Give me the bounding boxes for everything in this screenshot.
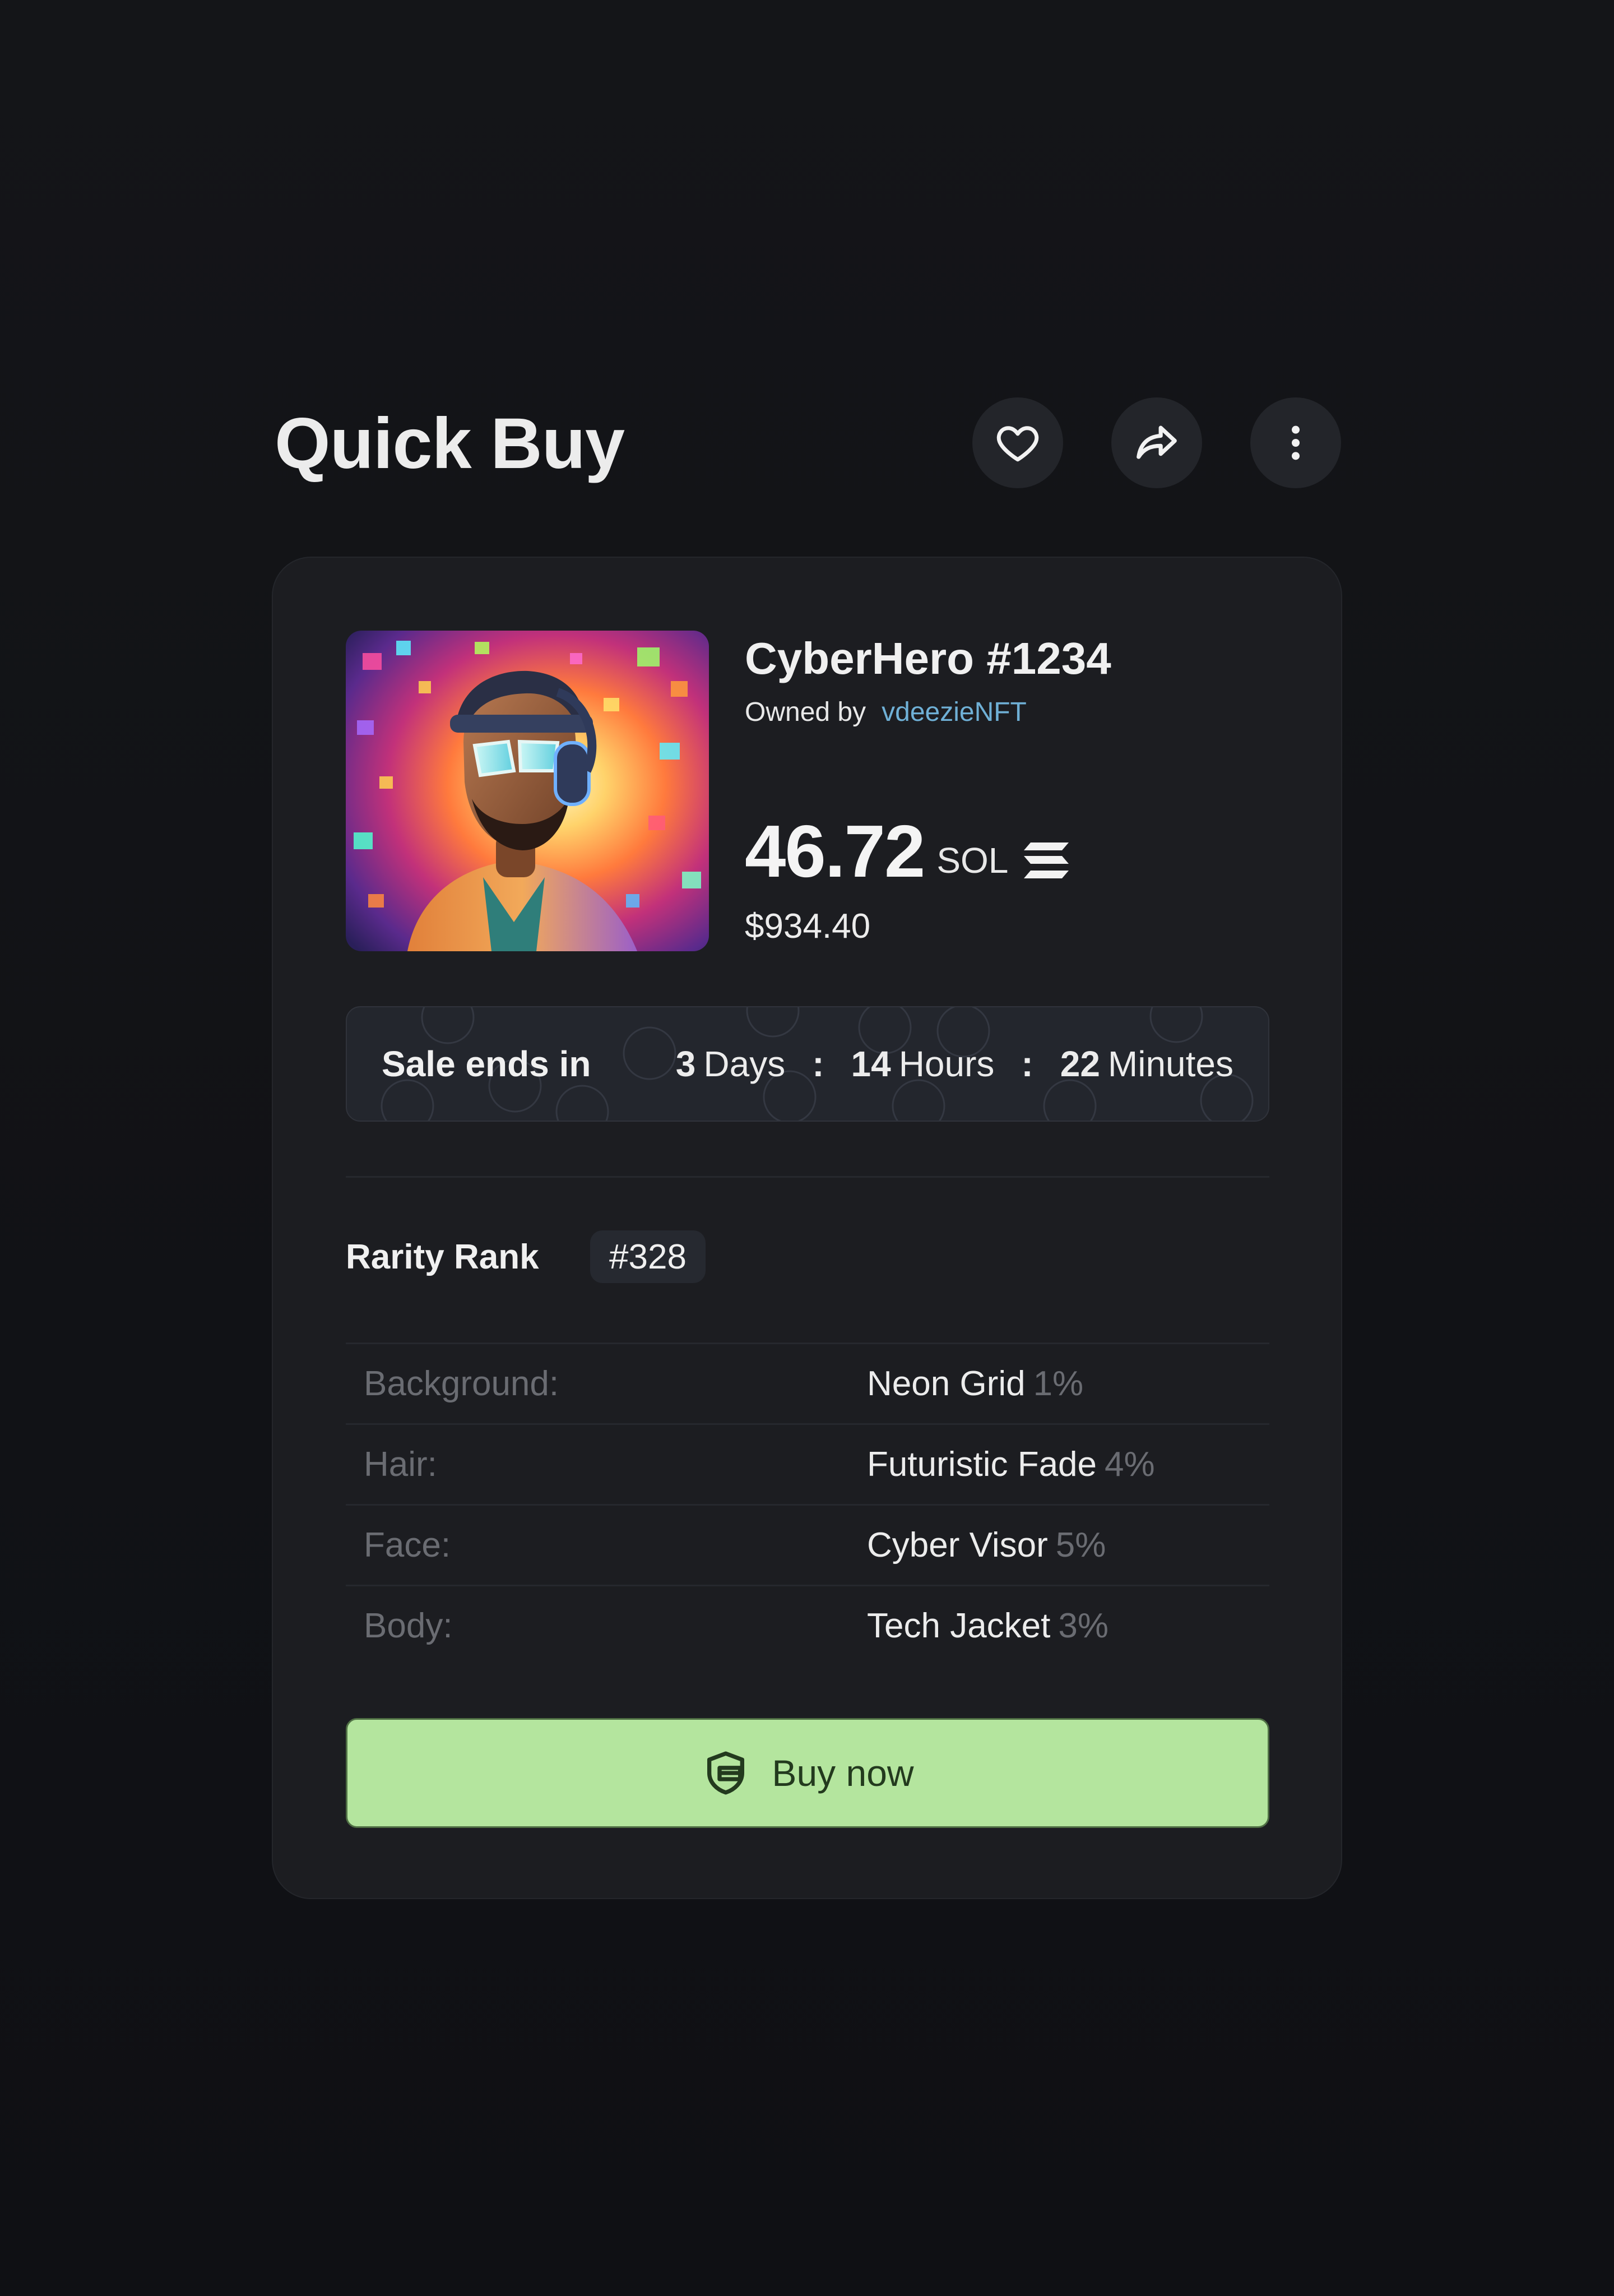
owner-row: Owned by vdeezieNFT (745, 696, 1027, 729)
buy-now-button[interactable]: Buy now (346, 1718, 1269, 1828)
countdown-separator: : (812, 1044, 824, 1084)
sale-ends-label: Sale ends in (382, 1044, 591, 1084)
trait-value-text: Neon Grid (867, 1364, 1026, 1403)
trait-row: Background: Neon Grid 1% (346, 1343, 1269, 1423)
trait-key: Face: (364, 1526, 451, 1564)
page-title: Quick Buy (275, 404, 625, 484)
price-value: 46.72 (745, 810, 925, 892)
trait-value-text: Tech Jacket (867, 1607, 1051, 1645)
trait-value: Cyber Visor 5% (867, 1506, 1106, 1585)
trait-value: Neon Grid 1% (867, 1344, 1083, 1423)
trait-row: Hair: Futuristic Fade 4% (346, 1423, 1269, 1504)
countdown-hours-unit: Hours (898, 1044, 995, 1084)
trait-row: Body: Tech Jacket 3% (346, 1585, 1269, 1665)
price-currency: SOL (936, 840, 1009, 881)
wallet-shield-icon (707, 1751, 745, 1795)
countdown-timer: 3 Days : 14 Hours : 22 Minutes (676, 1007, 1233, 1121)
owner-link[interactable]: vdeezieNFT (882, 697, 1027, 727)
more-options-button[interactable] (1250, 397, 1341, 488)
nft-title: CyberHero #1234 (745, 633, 1111, 683)
favorite-button[interactable] (972, 397, 1063, 488)
countdown-days-value: 3 (675, 1044, 696, 1084)
share-button[interactable] (1111, 397, 1202, 488)
rarity-rank-badge: #328 (590, 1230, 706, 1283)
countdown-minutes-value: 22 (1060, 1044, 1100, 1084)
countdown-minutes-unit: Minutes (1107, 1044, 1233, 1084)
sale-countdown-box: Sale ends in 3 Days : 14 Hours : 22 Minu… (346, 1006, 1269, 1122)
solana-icon (1024, 843, 1069, 878)
trait-key: Body: (364, 1607, 453, 1645)
rarity-rank-label: Rarity Rank (346, 1238, 539, 1276)
countdown-separator: : (1021, 1044, 1033, 1084)
trait-percent: 5% (1055, 1526, 1106, 1564)
share-icon (1137, 425, 1177, 459)
owned-by-label: Owned by (745, 697, 866, 727)
traits-table: Background: Neon Grid 1% Hair: Futuristic… (346, 1343, 1269, 1665)
trait-value: Tech Jacket 3% (867, 1586, 1109, 1665)
trait-value: Futuristic Fade 4% (867, 1425, 1155, 1504)
trait-percent: 1% (1033, 1364, 1084, 1403)
trait-value-text: Futuristic Fade (867, 1445, 1097, 1484)
trait-key: Background: (364, 1364, 559, 1403)
nft-artwork-image[interactable] (346, 631, 709, 951)
countdown-days-unit: Days (703, 1044, 786, 1084)
price-row: 46.72 SOL (745, 812, 1070, 891)
trait-key: Hair: (364, 1445, 437, 1484)
trait-value-text: Cyber Visor (867, 1526, 1048, 1564)
usd-price: $934.40 (745, 907, 871, 946)
buy-now-label: Buy now (772, 1752, 914, 1794)
trait-row: Face: Cyber Visor 5% (346, 1504, 1269, 1585)
quick-buy-card: CyberHero #1234 Owned by vdeezieNFT 46.72… (272, 557, 1342, 1899)
countdown-hours-value: 14 (851, 1044, 891, 1084)
trait-percent: 3% (1058, 1607, 1109, 1645)
more-vertical-icon (1292, 425, 1300, 460)
section-divider (346, 1176, 1269, 1178)
heart-icon (996, 426, 1039, 462)
trait-percent: 4% (1105, 1445, 1155, 1484)
